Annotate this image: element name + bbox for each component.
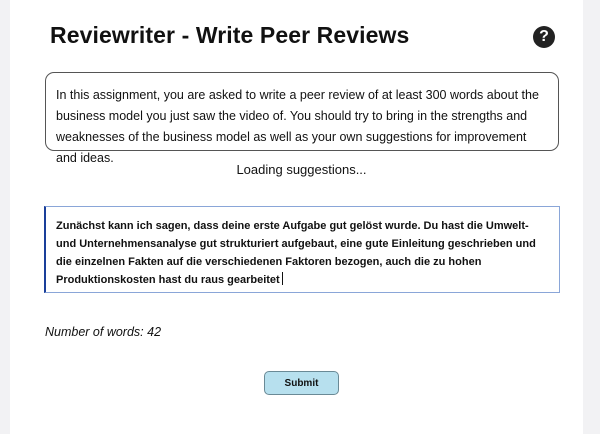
loading-status: Loading suggestions...: [236, 162, 367, 177]
review-editor[interactable]: Zunächst kann ich sagen, dass deine erst…: [44, 206, 560, 293]
instructions-text: In this assignment, you are asked to wri…: [56, 88, 539, 165]
assignment-instructions: In this assignment, you are asked to wri…: [45, 72, 559, 165]
text-caret: [281, 272, 283, 285]
review-text[interactable]: Zunächst kann ich sagen, dass deine erst…: [56, 220, 536, 286]
page-title: Reviewriter - Write Peer Reviews: [50, 22, 410, 48]
page: Reviewriter - Write Peer Reviews ? In th…: [10, 0, 583, 434]
word-count: Number of words: 42: [45, 325, 162, 339]
submit-button[interactable]: Submit: [264, 371, 339, 395]
help-icon[interactable]: ?: [533, 26, 555, 48]
